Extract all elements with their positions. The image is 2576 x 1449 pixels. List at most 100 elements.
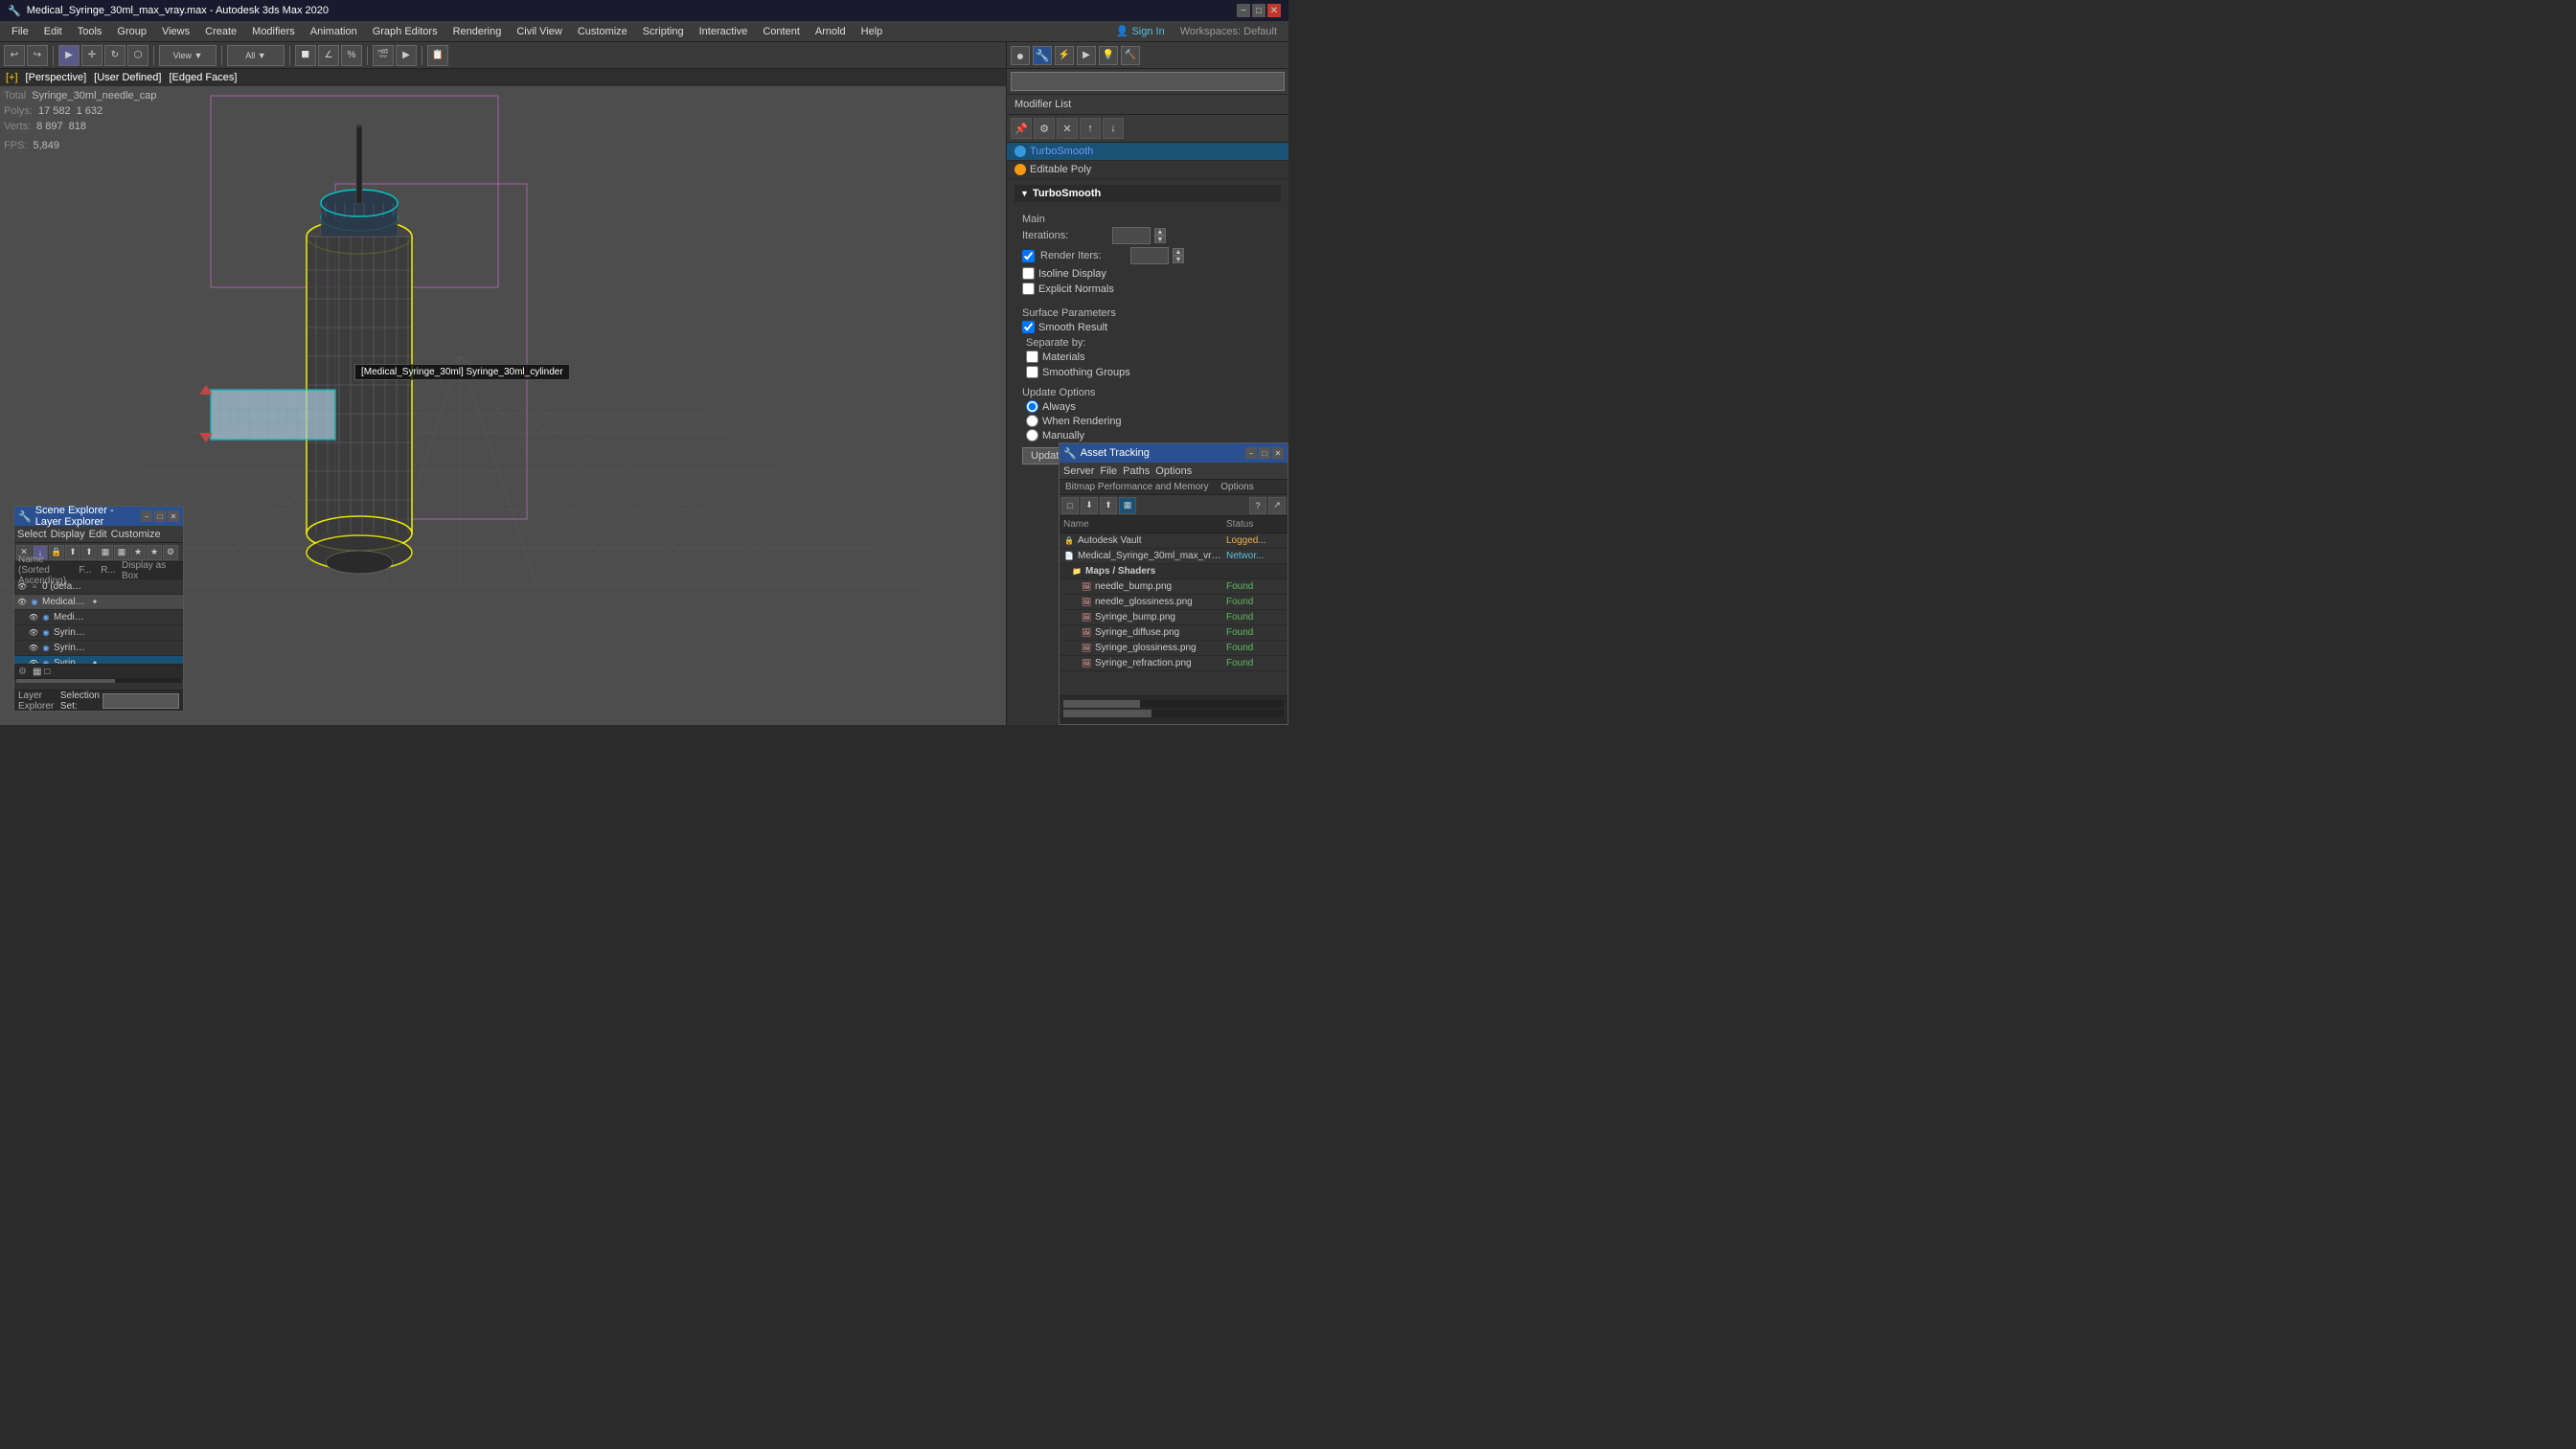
iterations-input[interactable]: 0 — [1112, 227, 1151, 244]
le-tool-star1[interactable]: ★ — [130, 545, 146, 560]
at-row-autodesk-vault[interactable]: 🔒 Autodesk Vault Logged... — [1060, 533, 1288, 549]
menu-help[interactable]: Help — [854, 24, 891, 39]
hierarchy-btn[interactable]: ⚡ — [1055, 46, 1074, 65]
viewport-shading-btn[interactable]: [User Defined] — [94, 72, 161, 83]
le-close-btn[interactable]: ✕ — [168, 510, 179, 522]
menu-civil-view[interactable]: Civil View — [509, 24, 569, 39]
at-row-syringe-gloss[interactable]: 🖼 Syringe_glossiness.png Found — [1060, 641, 1288, 656]
le-tool-grid1[interactable]: ▦ — [98, 545, 113, 560]
at-minimize-btn[interactable]: − — [1245, 447, 1257, 459]
mod-configure-btn[interactable]: ⚙ — [1034, 118, 1055, 139]
at-options-link[interactable]: Options — [1220, 482, 1253, 492]
select-button[interactable]: ▶ — [58, 45, 80, 66]
le-tool-up2[interactable]: ⬆ — [81, 545, 97, 560]
menu-views[interactable]: Views — [154, 24, 197, 39]
modifier-item-editable-poly[interactable]: Editable Poly — [1007, 161, 1288, 179]
le-maximize-btn[interactable]: □ — [154, 510, 166, 522]
le-row-medical-syringe[interactable]: 👁 ◉ Medical_Syringe_30ml ✦ — [14, 595, 183, 610]
le-sel-set-input[interactable] — [103, 693, 179, 709]
menu-file[interactable]: File — [4, 24, 36, 39]
at-tool-refresh[interactable]: ↗ — [1268, 497, 1286, 514]
at-tool-new[interactable]: □ — [1061, 497, 1079, 514]
le-tool-settings[interactable]: ⚙ — [163, 545, 178, 560]
ts-collapse-arrow[interactable]: ▼ — [1020, 189, 1029, 198]
angle-snap-btn[interactable]: ∠ — [318, 45, 339, 66]
menu-interactive[interactable]: Interactive — [692, 24, 756, 39]
at-maximize-btn[interactable]: □ — [1259, 447, 1270, 459]
isoline-checkbox[interactable] — [1022, 267, 1035, 280]
snap-btn[interactable]: 🔲 — [295, 45, 316, 66]
at-row-needle-bump[interactable]: 🖼 needle_bump.png Found — [1060, 579, 1288, 595]
redo-button[interactable]: ↪ — [27, 45, 48, 66]
modifier-item-turbsmooth[interactable]: TurboSmooth — [1007, 143, 1288, 161]
at-scrollbar-thumb[interactable] — [1063, 700, 1140, 708]
render-iters-checkbox[interactable] — [1022, 250, 1035, 262]
viewport-plus-btn[interactable]: [+] — [6, 72, 18, 83]
render-iters-spin-up[interactable]: ▲ — [1173, 248, 1184, 256]
create-geometry-btn[interactable]: ● — [1011, 46, 1030, 65]
mod-delete-btn[interactable]: ✕ — [1057, 118, 1078, 139]
at-menu-file[interactable]: File — [1100, 465, 1117, 477]
iterations-spin-up[interactable]: ▲ — [1154, 228, 1166, 236]
at-tool-grid[interactable]: ▦ — [1119, 497, 1136, 514]
when-rendering-radio[interactable] — [1026, 415, 1038, 427]
at-row-syringe-refr[interactable]: 🖼 Syringe_refraction.png Found — [1060, 656, 1288, 671]
maximize-button[interactable]: □ — [1252, 4, 1265, 17]
manually-radio[interactable] — [1026, 429, 1038, 441]
smoothing-groups-checkbox[interactable] — [1026, 366, 1038, 378]
menu-scripting[interactable]: Scripting — [635, 24, 692, 39]
menu-tools[interactable]: Tools — [70, 24, 110, 39]
le-menu-customize[interactable]: Customize — [111, 529, 161, 540]
object-name-input[interactable]: Syringe_30ml_needle_cap — [1011, 72, 1285, 91]
viewport-perspective-btn[interactable]: [Perspective] — [26, 72, 87, 83]
at-menu-paths[interactable]: Paths — [1123, 465, 1150, 477]
at-close-btn[interactable]: ✕ — [1272, 447, 1284, 459]
rotate-button[interactable]: ↻ — [104, 45, 125, 66]
materials-checkbox[interactable] — [1026, 351, 1038, 363]
le-menu-display[interactable]: Display — [51, 529, 85, 540]
at-menu-server[interactable]: Server — [1063, 465, 1094, 477]
at-row-needle-gloss[interactable]: 🖼 needle_glossiness.png Found — [1060, 595, 1288, 610]
at-row-medical-file[interactable]: 📄 Medical_Syringe_30ml_max_vray.max Netw… — [1060, 549, 1288, 564]
utilities-btn[interactable]: 🔨 — [1121, 46, 1140, 65]
le-menu-edit[interactable]: Edit — [89, 529, 107, 540]
at-scrollbar[interactable] — [1063, 700, 1284, 708]
explicit-normals-checkbox[interactable] — [1022, 283, 1035, 295]
percent-snap-btn[interactable]: % — [341, 45, 362, 66]
at-menu-options[interactable]: Options — [1155, 465, 1192, 477]
le-row-default[interactable]: 👁 ≡ 0 (default) — [14, 579, 183, 595]
menu-graph-editors[interactable]: Graph Editors — [365, 24, 445, 39]
menu-arnold[interactable]: Arnold — [808, 24, 854, 39]
layer-btn[interactable]: 📋 — [427, 45, 448, 66]
viewport-edged-btn[interactable]: [Edged Faces] — [169, 72, 237, 83]
always-radio[interactable] — [1026, 400, 1038, 413]
undo-button[interactable]: ↩ — [4, 45, 25, 66]
render-setup-btn[interactable]: 🎬 — [373, 45, 394, 66]
menu-create[interactable]: Create — [197, 24, 244, 39]
le-row-syringe-cyl[interactable]: 👁 ◉ Syringe_30ml_cylinder — [14, 625, 183, 641]
smooth-result-checkbox[interactable] — [1022, 321, 1035, 333]
le-row-syringe-needle[interactable]: 👁 ◉ Syringe_30ml_needle — [14, 641, 183, 656]
sign-in-button[interactable]: 👤 Sign In — [1108, 23, 1173, 39]
le-tool-grid2[interactable]: ▦ — [114, 545, 129, 560]
at-tool-help[interactable]: ? — [1249, 497, 1266, 514]
at-hscrollbar-thumb[interactable] — [1063, 710, 1151, 717]
close-button[interactable]: ✕ — [1267, 4, 1281, 17]
scale-button[interactable]: ⬡ — [127, 45, 148, 66]
render-iters-input[interactable]: 2 — [1130, 247, 1169, 264]
menu-group[interactable]: Group — [109, 24, 154, 39]
modify-btn[interactable]: 🔧 — [1033, 46, 1052, 65]
select-filter[interactable]: All ▼ — [227, 45, 285, 66]
at-hscrollbar[interactable] — [1063, 710, 1284, 717]
menu-customize[interactable]: Customize — [570, 24, 635, 39]
menu-edit[interactable]: Edit — [36, 24, 70, 39]
le-row-syringe-30ml[interactable]: 👁 ◉ Medical_Syringe_30ml — [14, 610, 183, 625]
le-minimize-btn[interactable]: − — [141, 510, 152, 522]
mod-down-btn[interactable]: ↓ — [1103, 118, 1124, 139]
menu-modifiers[interactable]: Modifiers — [244, 24, 303, 39]
render-iters-spin-down[interactable]: ▼ — [1173, 256, 1184, 263]
menu-content[interactable]: Content — [755, 24, 808, 39]
move-button[interactable]: ✛ — [81, 45, 103, 66]
at-tool-download[interactable]: ⬇ — [1081, 497, 1098, 514]
menu-animation[interactable]: Animation — [303, 24, 365, 39]
